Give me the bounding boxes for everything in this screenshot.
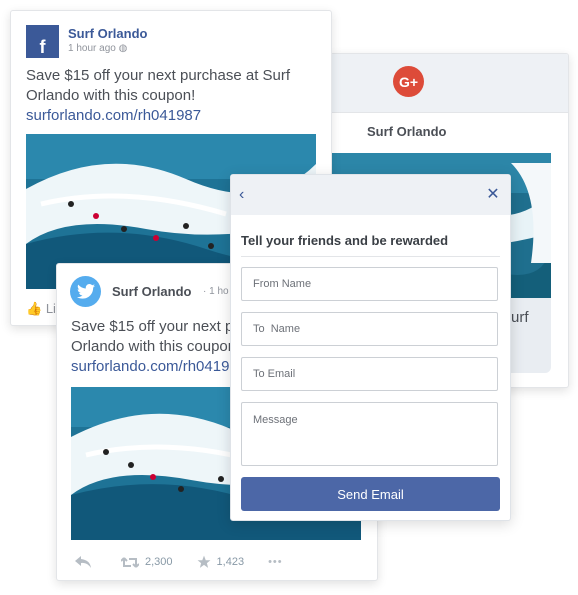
google-plus-page-name: Surf Orlando <box>367 124 447 139</box>
facebook-page-name[interactable]: Surf Orlando <box>68 26 147 41</box>
twitter-post-link[interactable]: surforlando.com/rh041987 <box>71 358 246 375</box>
modal-header: ‹ ✕ <box>231 175 510 215</box>
retweet-button[interactable]: 2,300 <box>121 556 173 569</box>
google-plus-icon: G+ <box>393 66 424 97</box>
share-modal: ‹ ✕ Tell your friends and be rewarded Se… <box>230 174 511 521</box>
back-icon[interactable]: ‹ <box>239 186 257 204</box>
modal-divider <box>241 256 500 257</box>
google-plus-header: G+ <box>331 54 568 113</box>
to-email-field[interactable] <box>241 357 498 391</box>
modal-title: Tell your friends and be rewarded <box>241 233 449 248</box>
like-label: Li <box>45 301 56 316</box>
reply-icon <box>75 556 91 568</box>
twitter-icon <box>70 276 101 307</box>
more-icon: ••• <box>268 556 283 568</box>
message-field[interactable] <box>241 402 498 466</box>
twitter-account-name[interactable]: Surf Orlando <box>112 284 191 299</box>
facebook-post-link[interactable]: surforlando.com/rh041987 <box>26 107 201 124</box>
facebook-icon: f <box>26 25 59 58</box>
send-email-button[interactable]: Send Email <box>241 477 500 511</box>
to-name-field[interactable] <box>241 312 498 346</box>
favorite-button[interactable]: 1,423 <box>197 555 245 569</box>
facebook-post-time: 1 hour ago ◍ <box>68 43 127 54</box>
twitter-post-time: · 1 ho <box>203 286 229 297</box>
facebook-post-message: Save $15 off your next purchase at Surf … <box>26 67 291 104</box>
retweet-icon <box>121 556 139 568</box>
facebook-post-text: Save $15 off your next purchase at Surf … <box>26 66 321 126</box>
twitter-actions: 2,300 1,423 ••• <box>75 554 307 570</box>
reply-button[interactable] <box>75 556 97 568</box>
google-plus-post-text: urf <box>511 309 529 326</box>
from-name-field[interactable] <box>241 267 498 301</box>
thumbs-up-icon: 👍 <box>26 301 43 316</box>
globe-icon: ◍ <box>118 43 128 54</box>
star-icon <box>197 555 210 568</box>
favorite-count: 1,423 <box>216 556 245 568</box>
facebook-like-button[interactable]: 👍 Li <box>26 301 56 317</box>
post-time-label: 1 hour ago <box>68 43 116 54</box>
more-button[interactable]: ••• <box>268 556 283 568</box>
retweet-count: 2,300 <box>145 556 173 568</box>
close-icon[interactable]: ✕ <box>484 186 502 204</box>
